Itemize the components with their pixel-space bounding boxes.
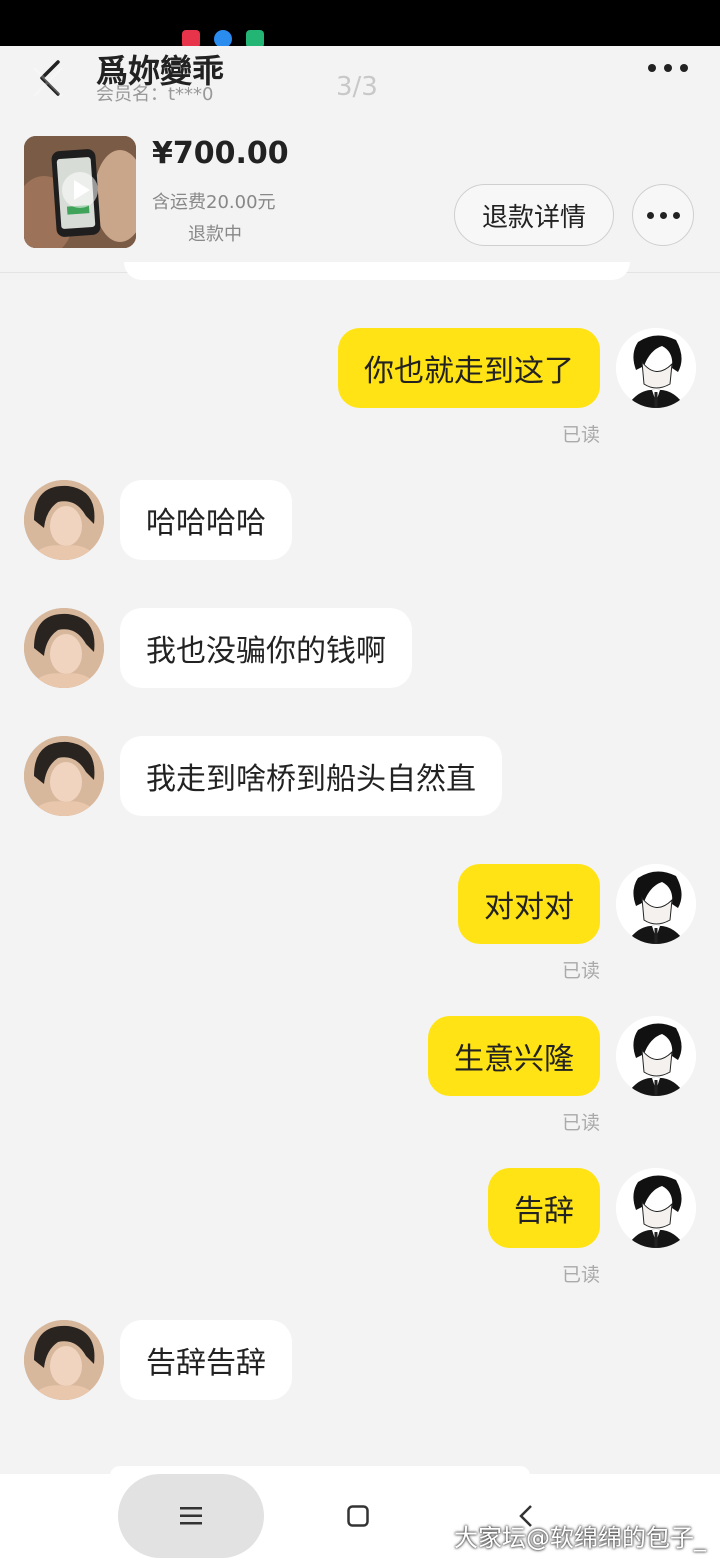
dot-icon [648, 64, 656, 72]
product-thumbnail[interactable] [24, 136, 136, 248]
product-price: ¥700.00 [152, 136, 289, 171]
chat-header: 爲妳變乖 会员名：t***0 3/3 ¥700.00 含运费20.00元 退款中… [0, 46, 720, 273]
shipping-fee: 含运费20.00元 [152, 192, 276, 213]
message-bubble-outgoing[interactable]: 生意兴隆 [428, 1016, 600, 1096]
page-indicator: 3/3 [336, 72, 378, 102]
seller-avatar[interactable] [24, 480, 104, 560]
system-nav-bar: 大家坛@软绵绵的包子_ [0, 1474, 720, 1560]
read-receipt: 已读 [561, 960, 600, 982]
message-bubble-outgoing[interactable]: 告辞 [488, 1168, 600, 1248]
read-receipt: 已读 [561, 1264, 600, 1286]
my-avatar[interactable] [616, 1016, 696, 1096]
nav-menu-button[interactable] [118, 1474, 264, 1558]
refund-status: 退款中 [188, 224, 242, 245]
dot-icon [672, 211, 680, 219]
my-avatar[interactable] [616, 864, 696, 944]
previous-message-edge [124, 262, 630, 280]
dot-icon [680, 64, 688, 72]
message-bubble-incoming[interactable]: 哈哈哈哈 [120, 480, 292, 560]
message-bubble-incoming[interactable]: 我走到啥桥到船头自然直 [120, 736, 502, 816]
message-bubble-incoming[interactable]: 告辞告辞 [120, 1320, 292, 1400]
seller-avatar[interactable] [24, 608, 104, 688]
watermark: 大家坛@软绵绵的包子_ [454, 1524, 706, 1552]
more-options-button[interactable] [648, 58, 692, 78]
seller-avatar[interactable] [24, 1320, 104, 1400]
dot-icon [664, 64, 672, 72]
dot-icon [646, 211, 654, 219]
my-avatar[interactable] [616, 328, 696, 408]
member-name: 会员名：t***0 [96, 84, 214, 105]
menu-icon [180, 1507, 202, 1525]
message-bubble-incoming[interactable]: 我也没骗你的钱啊 [120, 608, 412, 688]
video-thumbnail-image [24, 136, 136, 248]
product-more-button[interactable] [632, 184, 694, 246]
dot-icon [659, 211, 667, 219]
status-bar [0, 0, 720, 48]
square-icon [347, 1505, 369, 1527]
read-receipt: 已读 [561, 1112, 600, 1134]
nav-home-button[interactable] [338, 1496, 378, 1536]
message-bubble-outgoing[interactable]: 你也就走到这了 [338, 328, 600, 408]
my-avatar[interactable] [616, 1168, 696, 1248]
message-bubble-outgoing[interactable]: 对对对 [458, 864, 600, 944]
seller-avatar[interactable] [24, 736, 104, 816]
close-icon [32, 66, 64, 98]
refund-details-button[interactable]: 退款详情 [454, 184, 614, 246]
read-receipt: 已读 [561, 424, 600, 446]
